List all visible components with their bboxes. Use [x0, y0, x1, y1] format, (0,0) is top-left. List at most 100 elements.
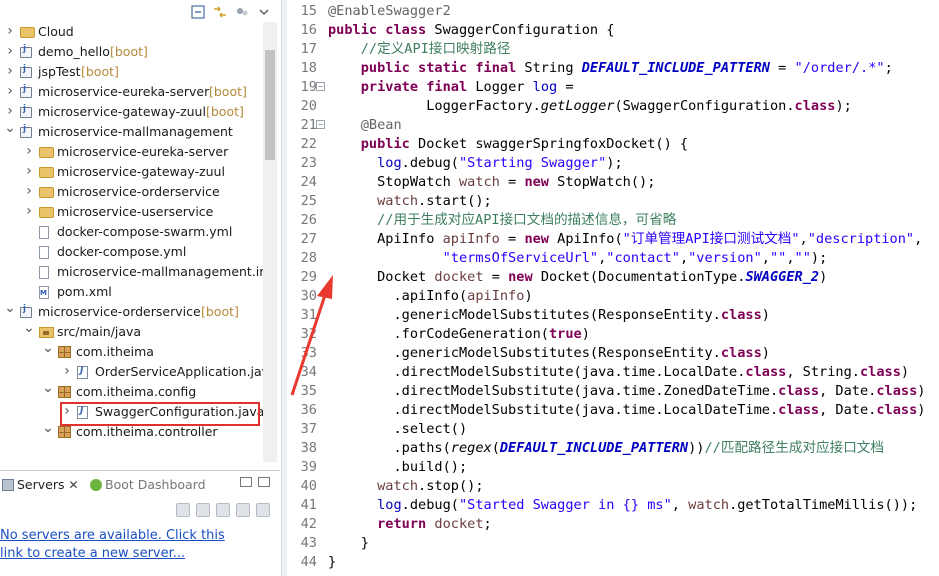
code-line[interactable]: 38 .paths(regex(DEFAULT_INCLUDE_PATTERN)… [287, 439, 939, 458]
chevron-down-icon[interactable]: ⌄ [4, 301, 16, 319]
code-line[interactable]: 24 StopWatch watch = new StopWatch(); [287, 173, 939, 192]
code-line[interactable]: 21− @Bean [287, 116, 939, 135]
stop-server-icon[interactable] [236, 503, 250, 517]
tree-item[interactable]: › microservice-userservice [0, 202, 262, 222]
publish-icon[interactable] [256, 503, 270, 517]
tree-item[interactable]: microservice-mallmanagement.iml [0, 262, 275, 282]
fold-toggle-icon[interactable]: − [316, 120, 325, 129]
start-server-icon[interactable] [196, 503, 210, 517]
code-line[interactable]: 17 //定义API接口映射路径 [287, 40, 939, 59]
debug-server-icon[interactable] [176, 503, 190, 517]
code-line[interactable]: 41 log.debug("Started Swagger in {} ms",… [287, 496, 939, 515]
code-line[interactable]: 16 public class SwaggerConfiguration { [287, 21, 939, 40]
chevron-right-icon[interactable]: › [4, 44, 16, 59]
line-number: 38 [300, 440, 317, 456]
tree-item[interactable]: ⌄ microservice-orderservice [boot] [0, 301, 262, 322]
code-line[interactable]: 39 .build(); [287, 458, 939, 477]
folder-icon [39, 147, 54, 158]
code-text: log.debug("Starting Swagger"); [377, 155, 623, 171]
link-with-editor-icon[interactable] [212, 4, 228, 20]
tree-item[interactable]: › OrderServiceApplication.java [0, 362, 277, 382]
code-line[interactable]: 18 public static final String DEFAULT_IN… [287, 59, 939, 78]
tree-item[interactable]: › demo_hello [boot] [0, 42, 262, 62]
chevron-down-icon[interactable]: ⌄ [42, 381, 54, 399]
tree-item[interactable]: › microservice-gateway-zuul [boot] [0, 102, 262, 122]
chevron-down-icon[interactable]: ⌄ [4, 121, 16, 139]
code-line[interactable]: 25 watch.start(); [287, 192, 939, 211]
filter-icon[interactable] [234, 4, 250, 20]
chevron-right-icon[interactable]: › [61, 364, 73, 379]
code-line[interactable]: 33 .genericModelSubstitutes(ResponseEnti… [287, 344, 939, 363]
code-text: StopWatch watch = new StopWatch(); [328, 174, 656, 190]
tab-servers[interactable]: Servers ✕ [2, 477, 79, 492]
code-line[interactable]: 37 .select() [287, 420, 939, 439]
tree-item[interactable]: › microservice-eureka-server [boot] [0, 82, 262, 102]
tab-servers-label: Servers [17, 477, 65, 492]
tree-item-label: microservice-mallmanagement [38, 124, 233, 139]
chevron-right-icon[interactable]: › [23, 204, 35, 219]
fold-toggle-icon[interactable]: − [316, 82, 325, 91]
code-line[interactable]: 15 @EnableSwagger2 [287, 2, 939, 21]
tree-item[interactable]: ⌄ com.itheima [0, 341, 262, 362]
code-line[interactable]: 19− private final Logger log = [287, 78, 939, 97]
tree-item[interactable]: ⌄ com.itheima.config [0, 381, 262, 402]
tree-item[interactable]: › jspTest [boot] [0, 62, 262, 82]
tree-item[interactable]: docker-compose-swarm.yml [0, 222, 262, 242]
chevron-right-icon[interactable]: › [23, 164, 35, 179]
code-line[interactable]: 30 .apiInfo(apiInfo) [287, 287, 939, 306]
tree-item[interactable]: › microservice-gateway-zuul [0, 162, 262, 182]
code-line[interactable]: 29 Docket docket = new Docket(Documentat… [287, 268, 939, 287]
tree-item[interactable]: ⌄ src/main/java [0, 321, 262, 342]
chevron-right-icon[interactable]: › [4, 64, 16, 79]
tree-item-label: docker-compose.yml [57, 244, 187, 259]
tree-item[interactable]: › microservice-orderservice [0, 182, 262, 202]
chevron-right-icon[interactable]: › [23, 184, 35, 199]
code-line[interactable]: 32 .forCodeGeneration(true) [287, 325, 939, 344]
close-icon[interactable]: ✕ [69, 478, 79, 492]
code-line[interactable]: 23 log.debug("Starting Swagger"); [287, 154, 939, 173]
tree-item-decoration: [boot] [209, 84, 247, 99]
folder-icon [39, 167, 54, 178]
profile-server-icon[interactable] [216, 503, 230, 517]
code-line[interactable]: 43 } [287, 534, 939, 553]
code-text: .directModelSubstitute(java.time.LocalDa… [328, 402, 926, 418]
chevron-right-icon[interactable]: › [4, 24, 16, 39]
chevron-right-icon[interactable]: › [4, 84, 16, 99]
code-line[interactable]: 22 public Docket swaggerSpringfoxDocket(… [287, 135, 939, 154]
explorer-scrollbar-thumb[interactable] [265, 50, 275, 160]
minimize-icon[interactable] [240, 477, 252, 487]
line-number: 41 [300, 497, 317, 513]
code-text: } [328, 535, 369, 551]
tree-item[interactable]: › Cloud [0, 22, 262, 42]
code-line[interactable]: 28 "termsOfServiceUrl","contact","versio… [287, 249, 939, 268]
view-menu-icon[interactable] [256, 4, 272, 20]
code-line[interactable]: 44} [287, 553, 939, 572]
code-line[interactable]: 36 .directModelSubstitute(java.time.Loca… [287, 401, 939, 420]
code-line[interactable]: 26 //用于生成对应API接口文档的描述信息，可省略 [287, 211, 939, 230]
code-line[interactable]: 40 watch.stop(); [287, 477, 939, 496]
code-line[interactable]: 27 ApiInfo apiInfo = new ApiInfo("订单管理AP… [287, 230, 939, 249]
tree-item-decoration: [boot] [206, 104, 244, 119]
chevron-right-icon[interactable]: › [4, 104, 16, 119]
selected-file-highlight [60, 402, 260, 426]
chevron-down-icon[interactable]: ⌄ [42, 421, 54, 439]
tree-item[interactable]: › microservice-eureka-server [0, 142, 262, 162]
code-line[interactable]: 20 LoggerFactory.getLogger(SwaggerConfig… [287, 97, 939, 116]
maximize-icon[interactable] [258, 477, 270, 487]
code-line[interactable]: 42 return docket; [287, 515, 939, 534]
code-editor[interactable]: 15 @EnableSwagger2 16 public class SwaggerC… [287, 0, 939, 576]
chevron-down-icon[interactable]: ⌄ [42, 341, 54, 359]
code-line[interactable]: 31 .genericModelSubstitutes(ResponseEnti… [287, 306, 939, 325]
chevron-down-icon[interactable]: ⌄ [23, 321, 35, 339]
collapse-all-icon[interactable] [190, 4, 206, 20]
chevron-right-icon[interactable]: › [23, 144, 35, 159]
tree-item[interactable]: ⌄ microservice-mallmanagement [0, 121, 262, 142]
code-text: //用于生成对应API接口文档的描述信息，可省略 [377, 212, 677, 228]
tree-item[interactable]: docker-compose.yml [0, 242, 262, 262]
code-line[interactable]: 34 .directModelSubstitute(java.time.Loca… [287, 363, 939, 382]
tree-item[interactable]: pom.xml [0, 282, 262, 302]
create-server-link[interactable]: No servers are available. Click this lin… [0, 527, 250, 563]
package-icon [58, 386, 71, 398]
tab-boot-dashboard[interactable]: Boot Dashboard [90, 477, 206, 492]
code-line[interactable]: 35 .directModelSubstitute(java.time.Zone… [287, 382, 939, 401]
